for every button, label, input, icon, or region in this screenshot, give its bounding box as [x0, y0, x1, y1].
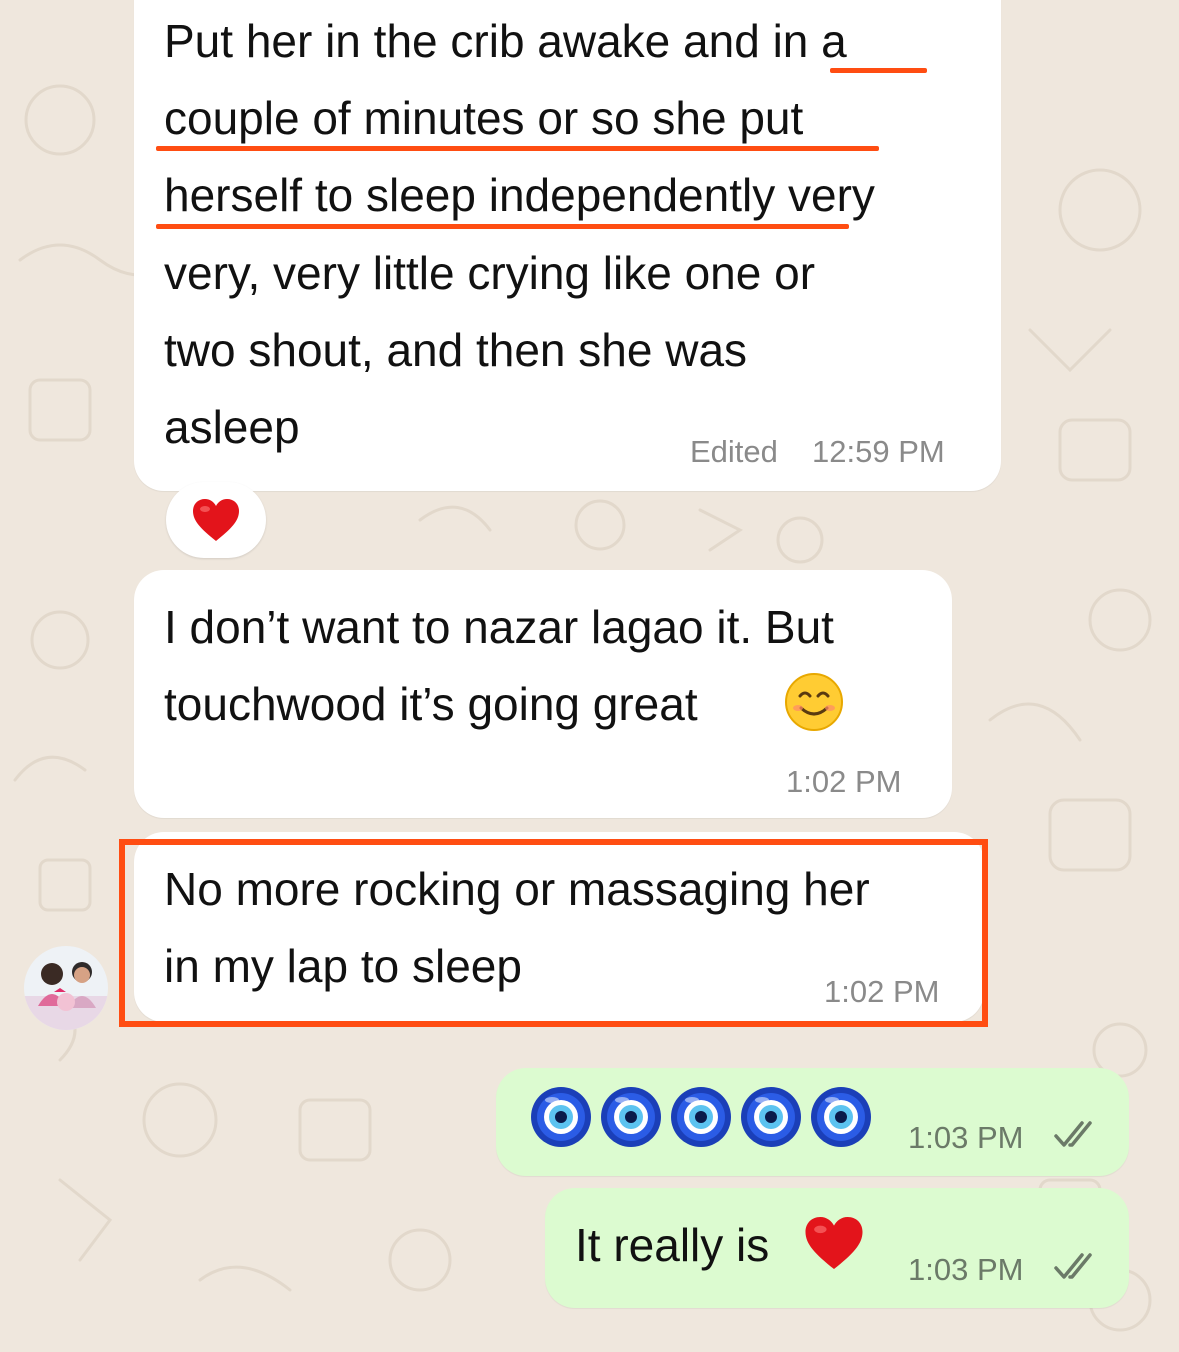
nazar-amulet-emoji-icon [741, 1087, 801, 1147]
heart-emoji-icon [805, 1216, 863, 1270]
avatar[interactable] [24, 946, 108, 1030]
annotation-underline [156, 224, 849, 229]
annotation-underline [830, 68, 927, 73]
nazar-amulet-emoji-icon [531, 1087, 591, 1147]
heart-icon [193, 499, 239, 541]
nazar-amulet-emoji-icon [671, 1087, 731, 1147]
message-text-line: couple of minutes or so she put [164, 92, 804, 144]
message-text-line: asleep [164, 401, 300, 453]
annotation-highlight-box [119, 839, 988, 1027]
nazar-amulet-emoji-icon [601, 1087, 661, 1147]
message-reaction[interactable] [166, 482, 266, 558]
message-bubble-5[interactable]: It really is 1:03 PM [545, 1188, 1129, 1308]
emoji-row [530, 1086, 872, 1148]
read-receipt-icon [1054, 1121, 1092, 1147]
annotation-underline [156, 146, 879, 151]
message-timestamp: 1:03 PM [908, 1252, 1024, 1287]
message-text-line: herself to sleep independently very [164, 169, 875, 221]
smiling-face-emoji-icon [785, 673, 843, 731]
nazar-amulet-emoji-icon [811, 1087, 871, 1147]
read-receipt-icon [1054, 1253, 1092, 1279]
message-timestamp: 12:59 PM [812, 434, 945, 469]
message-text-line: very, very little crying like one or [164, 247, 816, 299]
message-text-line: two shout, and then she was [164, 324, 748, 376]
message-text-line: I don’t want to nazar lagao it. But [164, 601, 834, 653]
message-text-line: touchwood it’s going great [164, 678, 698, 730]
sender-photo-icon [24, 946, 108, 1030]
message-timestamp: 1:03 PM [908, 1120, 1024, 1155]
message-bubble-1[interactable]: Put her in the crib awake and in a coupl… [134, 0, 1001, 491]
message-text-line: Put her in the crib awake and in a [164, 15, 847, 67]
edited-label: Edited [690, 434, 778, 469]
message-bubble-2[interactable]: I don’t want to nazar lagao it. But touc… [134, 570, 952, 818]
message-timestamp: 1:02 PM [786, 764, 902, 799]
message-bubble-4[interactable]: 1:03 PM [496, 1068, 1129, 1176]
message-text-line: It really is [575, 1219, 770, 1271]
